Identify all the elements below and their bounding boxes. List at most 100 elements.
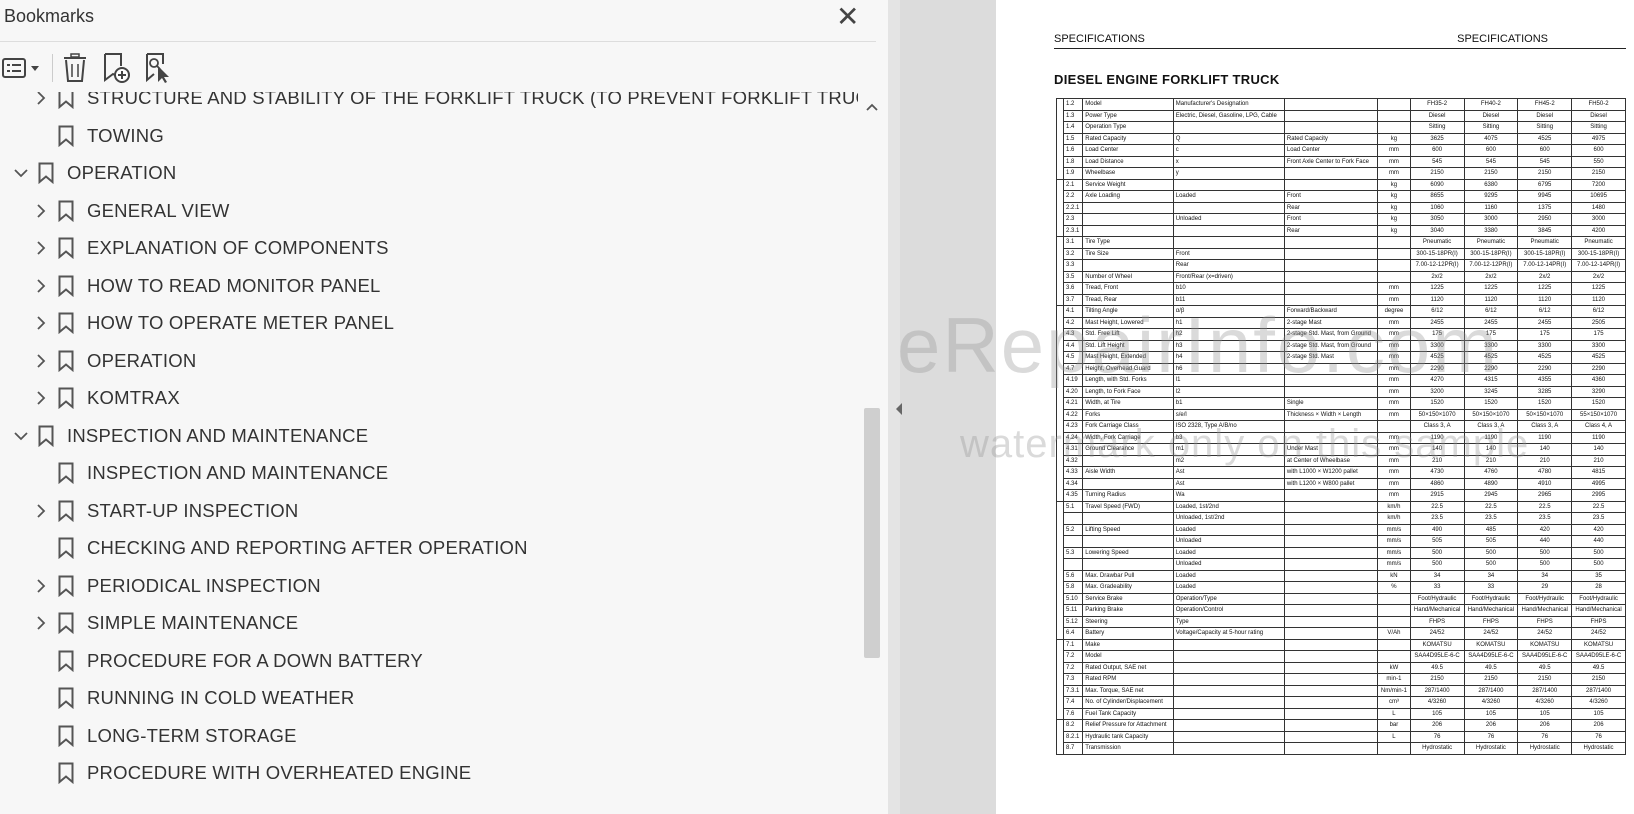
cell-value: 4525 [1517,351,1573,364]
cell-value: Pneumatic [1409,236,1465,249]
group-label: Others [1056,719,1064,755]
cell-value: 23.5 [1409,512,1465,525]
cell-n [1062,558,1084,571]
cell-name [1082,454,1174,467]
cell-sym [1172,638,1285,651]
cell-n: 4.7 [1062,362,1084,375]
cell-value: 24/52 [1409,627,1465,640]
cell-value: 9945 [1517,190,1573,203]
bookmark-item[interactable]: TOWING [0,118,858,154]
cell-value: 1225 [1409,282,1465,295]
cell-value: 2150 [1517,673,1573,686]
cell-value: 6380 [1463,178,1519,191]
cell-value: 500 [1571,546,1626,559]
chevron-right-icon[interactable] [32,577,50,595]
cell-value: 22.5 [1409,500,1465,513]
cell-n: 2.2 [1062,190,1084,203]
cell-desc [1283,696,1379,709]
cell-n: 7.3.1 [1062,684,1084,697]
cell-value: 35 [1571,569,1626,582]
chevron-right-icon[interactable] [32,614,50,632]
cell-n: 3.1 [1062,236,1084,249]
bookmark-item[interactable]: EXPLANATION OF COMPONENTS [0,230,858,266]
bookmark-item[interactable]: START-UP INSPECTION [0,493,858,529]
table-row: 5.3 Lowering Speed Loaded mm/s 500 500 500 500 [1057,546,1626,559]
bookmark-label: TOWING [87,124,164,146]
cell-value: Class 3, A [1517,420,1573,433]
cell-desc [1283,684,1379,697]
bookmark-icon [58,725,74,752]
cell-sym: Loaded [1172,523,1285,536]
cell-unit [1377,604,1411,617]
cell-unit: mm [1377,167,1411,180]
bookmark-item[interactable]: INSPECTION AND MAINTENANCE [0,418,858,454]
cell-sym: Front/Rear (x=driven) [1172,270,1285,283]
cell-value: Sitting [1463,121,1519,134]
cell-unit: L [1377,707,1411,720]
chevron-right-icon[interactable] [32,352,50,370]
cell-name: Mast Height, Lowered [1082,316,1174,329]
table-row: I.C.Engine7.1MakeKOMATSUKOMATSUKOMATSUKO… [1056,638,1626,720]
chevron-right-icon[interactable] [32,277,50,295]
cell-value: 2950 [1517,213,1573,226]
chevron-right-icon[interactable] [32,314,50,332]
cell-value: 3000 [1463,213,1519,226]
bookmark-item[interactable]: HOW TO OPERATE METER PANEL [0,305,858,341]
chevron-right-icon[interactable] [32,202,50,220]
table-row: 7.2 Model SAA4D95LE-6-C SAA4D95LE-6-C SAA4D9… [1057,650,1626,663]
chevron-right-icon[interactable] [32,502,50,520]
bookmark-item[interactable]: KOMTRAX [0,380,858,416]
bookmark-item[interactable]: PROCEDURE FOR A DOWN BATTERY [0,643,858,679]
cell-unit: mm/s [1377,535,1411,548]
bookmark-item[interactable]: RUNNING IN COLD WEATHER [0,680,858,716]
cell-sym: Loaded [1172,569,1285,582]
chevron-right-icon[interactable] [32,92,50,107]
chevron-down-icon[interactable] [12,164,30,182]
panel-title: Bookmarks [4,6,95,26]
cell-desc [1283,650,1379,663]
cell-desc [1283,362,1379,375]
bookmark-item[interactable]: STRUCTURE AND STABILITY OF THE FORKLIFT … [0,92,858,116]
cell-unit: mm [1377,362,1411,375]
bookmark-item[interactable]: OPERATION [0,155,858,191]
cell-value: KOMATSU [1463,638,1519,651]
cell-unit: % [1377,581,1411,594]
cell-value: 29 [1517,581,1573,594]
new-bookmark-button[interactable] [100,52,132,84]
bookmark-item[interactable]: SIMPLE MAINTENANCE [0,605,858,641]
cell-value: 3000 [1571,213,1626,226]
close-icon[interactable]: ✕ [836,3,859,31]
delete-bookmark-button[interactable] [60,52,90,84]
chevron-down-icon[interactable] [12,427,30,445]
scrollbar-thumb[interactable] [864,408,880,658]
chevron-right-icon[interactable] [32,389,50,407]
find-bookmark-button[interactable] [142,52,174,84]
cell-value: 2455 [1463,316,1519,329]
bookmark-item[interactable]: INSPECTION AND MAINTENANCE [0,455,858,491]
bookmark-item[interactable]: PROCEDURE WITH OVERHEATED ENGINE [0,755,858,791]
bookmark-item[interactable]: HOW TO READ MONITOR PANEL [0,268,858,304]
bookmark-item[interactable]: CHECKING AND REPORTING AFTER OPERATION [0,530,858,566]
cell-n: 1.4 [1062,121,1084,134]
scrollbar[interactable] [862,100,882,814]
cell-value: KOMATSU [1517,638,1573,651]
options-menu-button[interactable] [0,52,44,84]
bookmark-item[interactable]: PERIODICAL INSPECTION [0,568,858,604]
cell-n: 2.3 [1062,213,1084,226]
cell-desc [1283,707,1379,720]
collapse-panel-icon[interactable] [894,402,904,416]
cell-unit [1377,98,1411,111]
bookmark-item[interactable]: GENERAL VIEW [0,193,858,229]
cell-value: 2965 [1517,489,1573,502]
cell-value: 3300 [1463,339,1519,352]
chevron-right-icon[interactable] [32,239,50,257]
cell-unit: mm [1377,328,1411,341]
cell-value: 4760 [1463,466,1519,479]
cell-value: 287/1400 [1517,684,1573,697]
bookmark-item[interactable]: OPERATION [0,343,858,379]
bookmark-item[interactable]: LONG-TERM STORAGE [0,718,858,754]
table-row: 3.3 Rear 7.00-12-12PR(I) 7.00-12-12PR(I) 7.0… [1057,259,1626,272]
scroll-up-icon[interactable] [866,102,878,112]
table-row: Characteristics1.2ModelManufacturer's De… [1056,98,1626,180]
bookmark-label: PROCEDURE FOR A DOWN BATTERY [87,649,423,671]
